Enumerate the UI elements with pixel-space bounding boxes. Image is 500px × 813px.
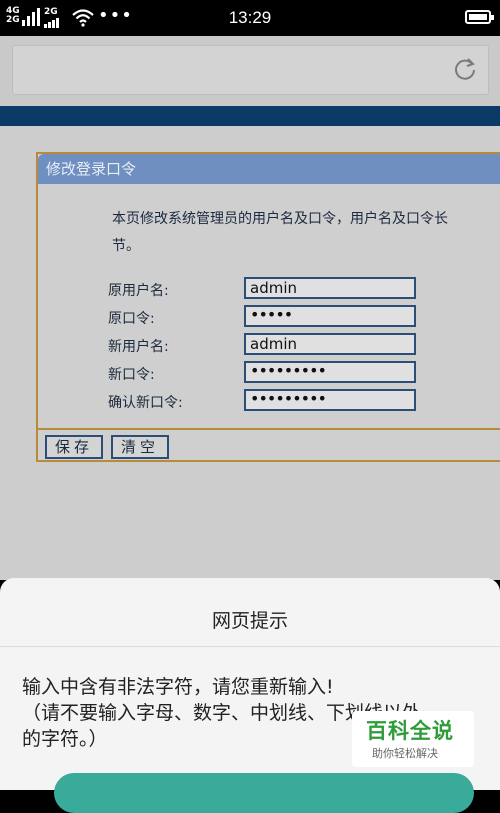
password-form-panel: 修改登录口令 本页修改系统管理员的用户名及口令，用户名及口令长 节。 原用户名:… xyxy=(36,152,500,462)
intro-line: 节。 xyxy=(112,238,140,254)
dialog-confirm-button[interactable] xyxy=(54,773,474,813)
page-header-band xyxy=(0,106,500,126)
panel-intro: 本页修改系统管理员的用户名及口令，用户名及口令长 节。 xyxy=(112,206,500,260)
clock: 13:29 xyxy=(228,8,272,27)
old-username-input[interactable]: admin xyxy=(244,277,416,299)
battery-icon xyxy=(465,10,494,24)
old-username-label: 原用户名: xyxy=(108,283,169,299)
new-password-label: 新口令: xyxy=(108,367,155,383)
old-password-label: 原口令: xyxy=(108,311,155,327)
status-bar: 4G 2G 2G ••• 13:29 xyxy=(0,0,500,36)
reload-icon[interactable] xyxy=(452,56,478,82)
clear-button[interactable]: 清空 xyxy=(111,435,169,459)
form-button-bar: 保存 清空 xyxy=(38,428,500,464)
old-password-input[interactable]: ••••• xyxy=(244,305,416,327)
message-line: 输入中含有非法字符，请您重新输入! xyxy=(22,676,334,698)
new-password-input[interactable]: ••••••••• xyxy=(244,361,416,383)
new-username-input[interactable]: admin xyxy=(244,333,416,355)
watermark-brand: 百科全说 xyxy=(366,719,454,743)
dialog-title: 网页提示 xyxy=(211,610,288,632)
watermark-slogan: 助你轻松解决 xyxy=(372,747,438,760)
panel-title: 修改登录口令 xyxy=(38,154,500,184)
intro-line: 本页修改系统管理员的用户名及口令，用户名及口令长 xyxy=(112,211,448,227)
confirm-password-input[interactable]: ••••••••• xyxy=(244,389,416,411)
address-bar[interactable] xyxy=(12,45,489,95)
new-username-label: 新用户名: xyxy=(108,339,169,355)
confirm-password-label: 确认新口令: xyxy=(108,395,183,411)
watermark-logo: 百科全说 助你轻松解决 xyxy=(352,711,474,767)
dialog-divider xyxy=(0,646,500,647)
browser-toolbar xyxy=(0,36,500,106)
save-button[interactable]: 保存 xyxy=(45,435,103,459)
